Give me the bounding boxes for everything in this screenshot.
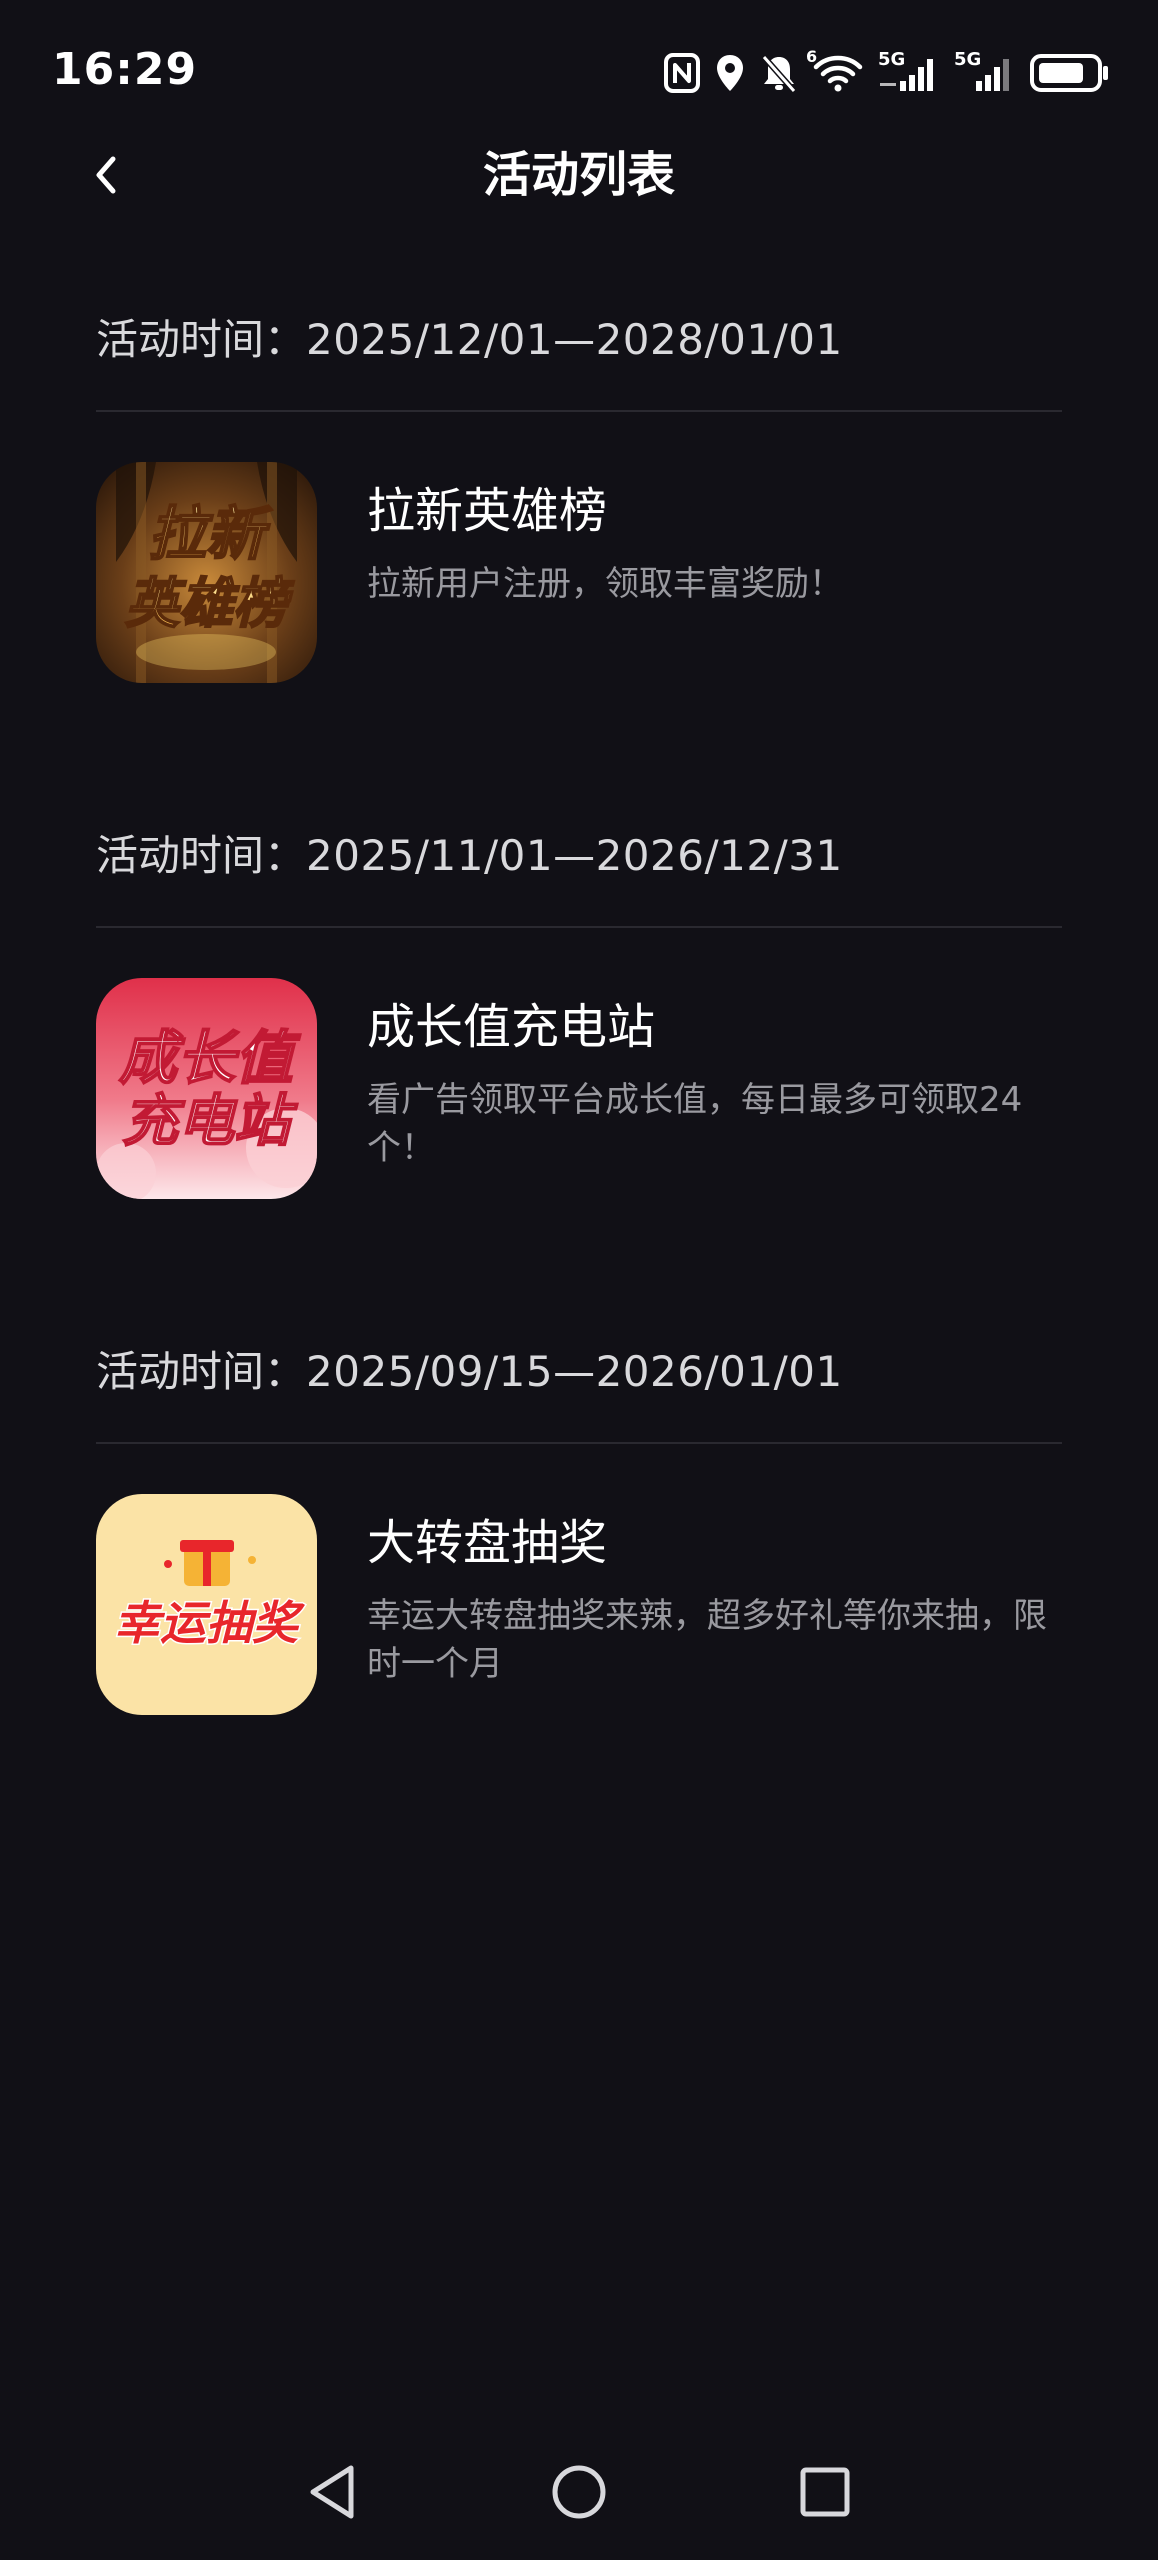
navigation-bar: [0, 2440, 1158, 2560]
thumb-title-line2: 英雄榜: [125, 574, 295, 634]
status-icons: 6 5G 5G: [664, 47, 1110, 98]
location-icon: [714, 53, 746, 93]
activity-block: 活动时间： 2025/09/15—2026/01/01 幸运抽奖 大转盘抽奖 幸…: [96, 1342, 1062, 1744]
network-label: 5G: [878, 49, 906, 70]
activity-info: 大转盘抽奖 幸运大转盘抽奖来辣，超多好礼等你来抽，限时一个月: [367, 1512, 1067, 1688]
wifi-badge: 6: [806, 47, 818, 66]
activity-thumbnail: 幸运抽奖: [96, 1494, 317, 1715]
activity-time-range: 2025/11/01—2026/12/31: [306, 831, 843, 880]
nav-home-button[interactable]: [539, 2452, 619, 2532]
circle-home-icon: [552, 2465, 606, 2519]
activity-description: 拉新用户注册，领取丰富奖励！: [367, 564, 843, 604]
activity-name: 拉新英雄榜: [367, 483, 608, 539]
activity-name: 大转盘抽奖: [367, 1515, 608, 1571]
wifi-icon: 6: [806, 47, 864, 93]
activity-card-growth-charging[interactable]: 成长值 充电站 成长值充电站 看广告领取平台成长值，每日最多可领取24个！: [96, 928, 1062, 1228]
nav-recents-button[interactable]: [785, 2452, 865, 2532]
thumb-title-line2: 充电站: [122, 1089, 298, 1152]
activity-time-range: 2025/12/01—2028/01/01: [306, 315, 843, 364]
activity-time-row: 活动时间： 2025/11/01—2026/12/31: [96, 826, 1062, 926]
thumb-title-line1: 成长值: [119, 1026, 301, 1091]
activity-thumbnail: 成长值 充电站: [96, 978, 317, 1199]
thumb-title: 幸运抽奖: [114, 1597, 305, 1649]
activity-block: 活动时间： 2025/12/01—2028/01/01 拉新 英雄榜 拉新英雄榜…: [96, 310, 1062, 712]
activity-time-row: 活动时间： 2025/12/01—2028/01/01: [96, 310, 1062, 410]
square-recents-icon: [800, 2467, 850, 2517]
activity-time-row: 活动时间： 2025/09/15—2026/01/01: [96, 1342, 1062, 1442]
triangle-back-icon: [310, 2465, 354, 2519]
activity-time-range: 2025/09/15—2026/01/01: [306, 1347, 843, 1396]
bell-off-icon: [760, 53, 798, 93]
activity-info: 拉新英雄榜 拉新用户注册，领取丰富奖励！: [367, 480, 1067, 608]
status-bar: 16:29 6 5G 5G: [0, 0, 1158, 145]
network-label: 5G: [954, 49, 982, 70]
activity-time-label: 活动时间：: [96, 315, 307, 364]
activity-name: 成长值充电站: [367, 999, 656, 1055]
activity-card-recruit-heroes[interactable]: 拉新 英雄榜 拉新英雄榜 拉新用户注册，领取丰富奖励！: [96, 412, 1062, 712]
signal-5g-icon: 5G: [954, 49, 1016, 93]
signal-5g-icon: 5G: [878, 49, 940, 93]
activity-info: 成长值充电站 看广告领取平台成长值，每日最多可领取24个！: [367, 996, 1067, 1172]
activity-description: 看广告领取平台成长值，每日最多可领取24个！: [367, 1080, 1023, 1168]
page-title: 活动列表: [482, 147, 675, 203]
activity-description: 幸运大转盘抽奖来辣，超多好礼等你来抽，限时一个月: [367, 1596, 1047, 1684]
activity-block: 活动时间： 2025/11/01—2026/12/31 成长值 充电站 成长值充…: [96, 826, 1062, 1228]
activity-time-label: 活动时间：: [96, 1347, 307, 1396]
nav-back-button[interactable]: [293, 2452, 373, 2532]
thumb-title-line1: 拉新: [148, 502, 273, 567]
activity-time-label: 活动时间：: [96, 831, 307, 880]
status-time: 16:29: [52, 44, 198, 95]
battery-icon: [1030, 53, 1110, 93]
nfc-icon: [664, 53, 700, 93]
activity-thumbnail: 拉新 英雄榜: [96, 462, 317, 683]
activity-card-lucky-wheel[interactable]: 幸运抽奖 大转盘抽奖 幸运大转盘抽奖来辣，超多好礼等你来抽，限时一个月: [96, 1444, 1062, 1744]
